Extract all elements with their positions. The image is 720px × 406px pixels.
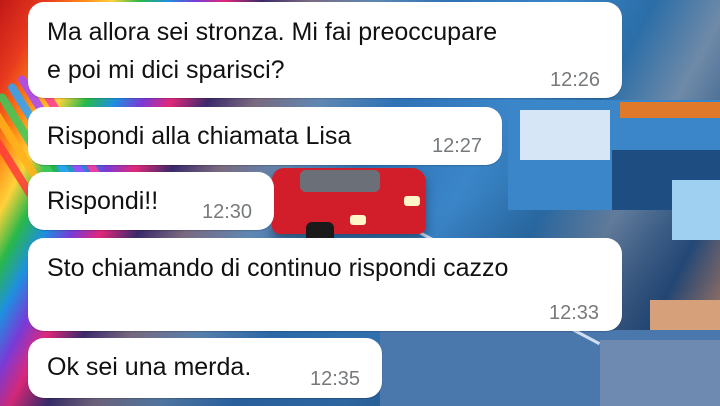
crosswalk <box>600 340 720 406</box>
storefront-awning <box>620 102 720 118</box>
taxi-windshield <box>300 170 380 192</box>
message-text: e poi mi dici sparisci? <box>47 56 285 84</box>
message-text: Ma allora sei stronza. Mi fai preoccupar… <box>47 18 498 46</box>
message-bubble[interactable]: Rispondi alla chiamata Lisa 12:27 <box>28 107 502 165</box>
message-timestamp: 12:35 <box>310 368 361 390</box>
shop-sign <box>672 180 720 240</box>
message-bubble[interactable]: Ma allora sei stronza. Mi fai preoccupar… <box>28 2 622 98</box>
message-timestamp: 12:30 <box>202 201 253 223</box>
taxi-headlight <box>404 196 420 206</box>
message-bubble[interactable]: Ok sei una merda. 12:35 <box>28 338 382 398</box>
taxi-headlight <box>350 215 366 225</box>
message-timestamp: 12:33 <box>549 302 600 324</box>
street-corner <box>650 300 720 330</box>
message-timestamp: 12:27 <box>432 135 483 157</box>
message-timestamp: 12:26 <box>550 69 601 91</box>
message-text: Sto chiamando di continuo rispondi cazzo <box>47 254 509 282</box>
message-text: Rispondi alla chiamata Lisa <box>47 122 352 150</box>
message-text: Rispondi!! <box>47 187 159 215</box>
message-bubble[interactable]: Rispondi!! 12:30 <box>28 172 274 230</box>
message-text: Ok sei una merda. <box>47 353 252 381</box>
storefront-window <box>520 110 610 160</box>
message-bubble[interactable]: Sto chiamando di continuo rispondi cazzo… <box>28 238 622 331</box>
chat-screen: Ma allora sei stronza. Mi fai preoccupar… <box>0 0 720 406</box>
